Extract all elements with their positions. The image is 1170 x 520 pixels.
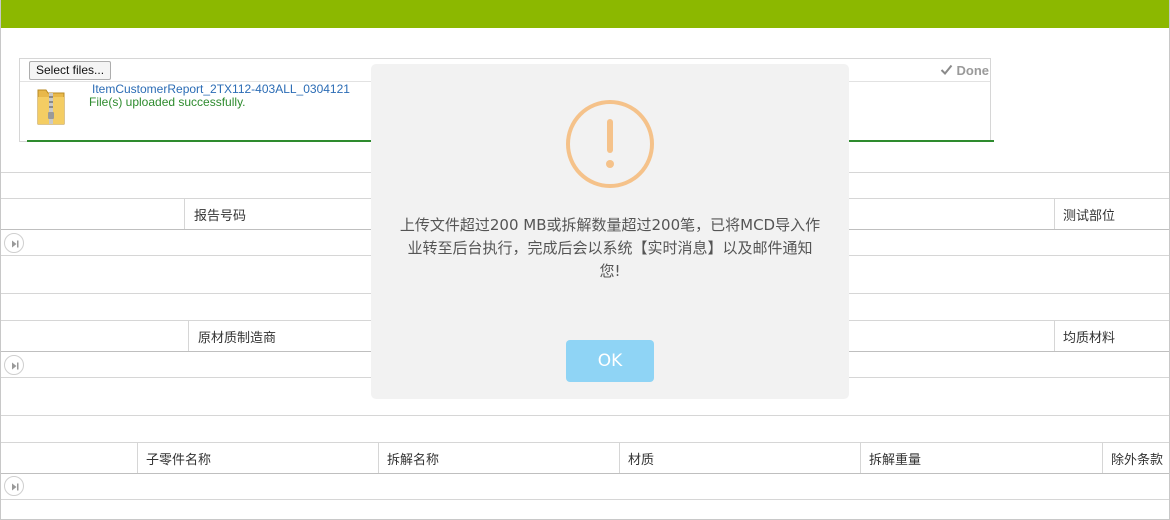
- grid-divider: [1, 442, 1169, 443]
- skip-next-icon: [12, 362, 19, 370]
- skip-next-icon: [12, 483, 19, 491]
- column-header-disassembly-name[interactable]: 拆解名称: [387, 449, 439, 468]
- column-header-report-number[interactable]: 报告号码: [194, 205, 246, 224]
- column-header-homogeneous-material[interactable]: 均质材料: [1063, 327, 1115, 346]
- uploaded-file-name[interactable]: ItemCustomerReport_2TX112-403ALL_0304121: [92, 82, 350, 96]
- column-header-exclusion-clause[interactable]: 除外条款: [1111, 449, 1163, 468]
- top-bar: [1, 0, 1169, 28]
- column-header-material[interactable]: 材质: [628, 449, 654, 468]
- grid-pager-next[interactable]: [4, 355, 24, 375]
- column-header-test-location[interactable]: 测试部位: [1063, 205, 1115, 224]
- column-header-subpart-name[interactable]: 子零件名称: [146, 449, 211, 468]
- alert-message-line: 上传文件超过200 MB或拆解数量超过200笔，已将MCD导入作: [399, 216, 821, 234]
- grid-pager-next[interactable]: [4, 233, 24, 253]
- grid-column-divider: [188, 320, 189, 351]
- alert-dialog: 上传文件超过200 MB或拆解数量超过200笔，已将MCD导入作 业转至后台执行…: [371, 64, 849, 399]
- alert-message-line: 业转至后台执行，完成后会以系统【实时消息】以及邮件通知: [407, 239, 813, 257]
- ok-button[interactable]: OK: [566, 340, 654, 382]
- zip-file-icon: [37, 89, 65, 125]
- grid-divider: [1, 415, 1169, 416]
- done-label: Done: [956, 63, 990, 78]
- grid-column-divider: [378, 442, 379, 473]
- column-header-disassembly-weight[interactable]: 拆解重量: [869, 449, 921, 468]
- grid-column-divider: [1054, 198, 1055, 229]
- page: Select files... Done ItemCustomerReport_…: [0, 0, 1170, 520]
- upload-status-text: File(s) uploaded successfully.: [89, 95, 246, 109]
- grid-column-divider: [137, 442, 138, 473]
- alert-message-line: 您!: [599, 262, 621, 280]
- grid-column-divider: [619, 442, 620, 473]
- grid-divider: [1, 499, 1169, 500]
- skip-next-icon: [12, 240, 19, 248]
- grid-column-divider: [860, 442, 861, 473]
- grid-column-divider: [1102, 442, 1103, 473]
- done-button[interactable]: Done: [940, 63, 990, 78]
- grid-header-border: [1, 473, 1169, 474]
- grid-column-divider: [184, 198, 185, 229]
- grid-pager-next[interactable]: [4, 476, 24, 496]
- warning-icon: [566, 100, 654, 188]
- alert-message: 上传文件超过200 MB或拆解数量超过200笔，已将MCD导入作 业转至后台执行…: [389, 214, 831, 283]
- column-header-material-manufacturer[interactable]: 原材质制造商: [198, 327, 276, 346]
- check-icon: [940, 64, 952, 75]
- grid-column-divider: [1054, 320, 1055, 351]
- select-files-button[interactable]: Select files...: [29, 61, 112, 80]
